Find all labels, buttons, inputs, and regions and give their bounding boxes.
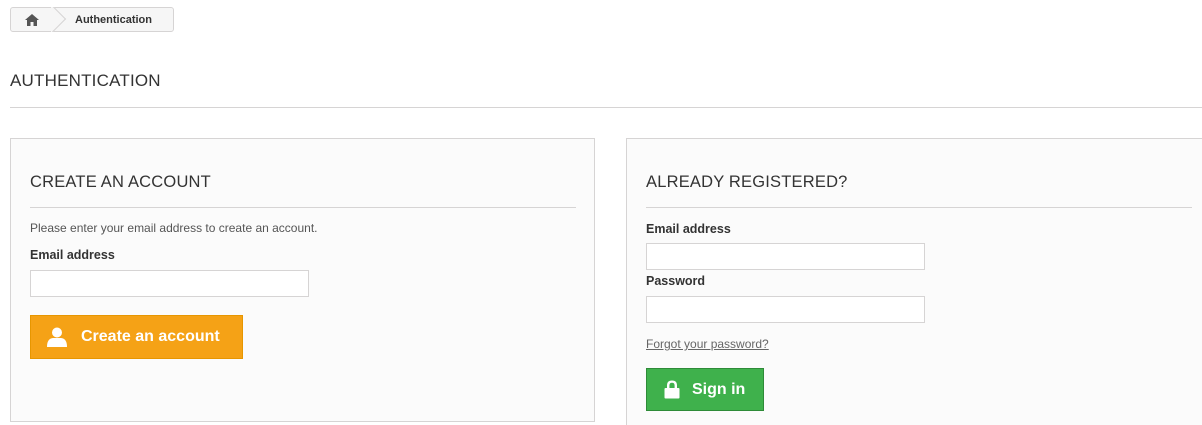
- sign-in-button-label: Sign in: [692, 380, 746, 398]
- create-account-panel: CREATE AN ACCOUNT Please enter your emai…: [10, 138, 595, 422]
- sign-in-button[interactable]: Sign in: [646, 368, 764, 411]
- login-panel: ALREADY REGISTERED? Email address Passwo…: [626, 138, 1202, 425]
- user-icon: [47, 327, 67, 347]
- forgot-password-link[interactable]: Forgot your password?: [646, 337, 769, 351]
- create-account-button[interactable]: Create an account: [30, 315, 243, 359]
- lock-icon: [664, 380, 680, 399]
- breadcrumb-current: Authentication: [75, 13, 152, 26]
- login-title: ALREADY REGISTERED?: [646, 173, 848, 191]
- login-email-label: Email address: [646, 222, 731, 236]
- create-account-description: Please enter your email address to creat…: [30, 221, 318, 235]
- heading-divider: [10, 107, 1202, 108]
- breadcrumb-home[interactable]: [11, 8, 53, 31]
- create-account-title: CREATE AN ACCOUNT: [30, 173, 211, 191]
- create-email-label: Email address: [30, 248, 115, 262]
- create-account-button-label: Create an account: [81, 328, 220, 345]
- breadcrumb-separator: [51, 7, 76, 32]
- password-input[interactable]: [646, 296, 925, 323]
- login-email-input[interactable]: [646, 243, 925, 270]
- password-label: Password: [646, 274, 706, 288]
- home-icon: [25, 13, 39, 26]
- page-title: AUTHENTICATION: [10, 71, 161, 90]
- login-divider: [646, 207, 1192, 208]
- create-email-input[interactable]: [30, 270, 309, 297]
- breadcrumb: Authentication: [10, 7, 174, 32]
- create-account-divider: [30, 207, 576, 208]
